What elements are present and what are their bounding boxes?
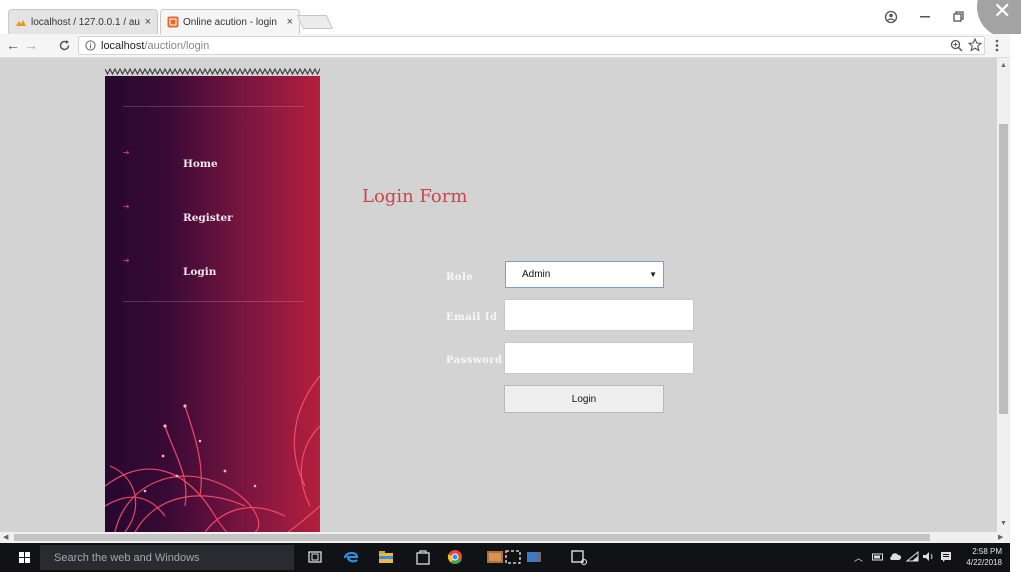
vertical-scroll-thumb[interactable] — [999, 124, 1008, 414]
wifi-icon[interactable] — [906, 551, 919, 562]
clock-time: 2:58 PM — [972, 547, 1002, 556]
profile-icon[interactable] — [884, 10, 898, 24]
battery-icon[interactable] — [872, 552, 884, 562]
url-path: /auction/login — [144, 39, 210, 52]
password-label: Password — [446, 355, 503, 366]
vertical-scrollbar[interactable]: ▲ ▼ — [997, 58, 1010, 532]
sidebar-divider — [123, 106, 303, 107]
role-label: Role — [446, 272, 474, 283]
screen-capture-icon[interactable] — [570, 549, 588, 565]
cloud-icon[interactable] — [889, 552, 901, 562]
tab-strip: localhost / 127.0.0.1 / au × Online acut… — [0, 0, 1021, 38]
forward-arrow-icon[interactable]: → — [24, 37, 38, 53]
browser-toolbar: ← → localhost/auction/login — [0, 34, 1021, 58]
password-field[interactable] — [504, 342, 694, 374]
email-label: Email Id — [446, 312, 498, 323]
page-viewport: ➔ Home ➔ Register ➔ Login Login Form Rol… — [0, 58, 997, 532]
sidebar-item-label[interactable]: Login — [183, 266, 216, 278]
bullet-arrow-icon: ➔ — [123, 202, 130, 211]
show-hidden-icons-chevron-icon[interactable]: ︿ — [854, 551, 863, 564]
store-icon[interactable] — [414, 549, 432, 565]
zoom-icon[interactable] — [950, 39, 963, 52]
bullet-arrow-icon: ➔ — [123, 256, 130, 265]
page-title: Login Form — [362, 186, 468, 207]
floral-swirl-decoration — [105, 375, 320, 532]
horizontal-scroll-thumb[interactable] — [14, 534, 930, 541]
notifications-icon[interactable] — [940, 551, 952, 563]
close-window-button[interactable]: ✕ — [977, 0, 1021, 38]
tab-phpmyadmin[interactable]: localhost / 127.0.0.1 / au × — [8, 9, 158, 34]
bookmark-star-icon[interactable] — [968, 38, 982, 52]
reload-icon[interactable] — [58, 39, 71, 52]
phpmyadmin-favicon-icon — [16, 20, 26, 26]
login-button[interactable]: Login — [504, 385, 664, 413]
sidebar-item-home[interactable]: ➔ Home — [105, 148, 320, 178]
scroll-right-arrow-icon[interactable]: ▶ — [998, 533, 1003, 541]
clock-date: 4/22/2018 — [966, 558, 1002, 567]
window-frame-edge — [1010, 34, 1021, 572]
site-favicon-icon — [167, 16, 179, 28]
info-icon[interactable] — [85, 40, 96, 51]
volume-icon[interactable] — [922, 551, 935, 562]
minimize-icon[interactable] — [920, 15, 930, 19]
address-bar[interactable]: localhost/auction/login — [78, 36, 985, 55]
scroll-down-arrow-icon[interactable]: ▼ — [1000, 520, 1007, 527]
task-view-icon[interactable] — [306, 549, 324, 565]
tab-close-icon[interactable]: × — [287, 16, 293, 28]
email-field[interactable] — [504, 299, 694, 331]
taskbar-search-box[interactable]: Search the web and Windows — [40, 545, 294, 570]
bullet-arrow-icon: ➔ — [123, 148, 130, 157]
windows-taskbar: Search the web and Windows ︿ 2:58 PM 4/2… — [0, 543, 1010, 572]
snipping-tool-icon[interactable] — [504, 549, 522, 565]
taskbar-clock[interactable]: 2:58 PM 4/22/2018 — [966, 546, 1002, 568]
restore-icon[interactable] — [953, 11, 964, 22]
edge-browser-icon[interactable] — [342, 549, 360, 565]
sidebar: ➔ Home ➔ Register ➔ Login — [105, 76, 320, 532]
sidebar-divider — [123, 301, 303, 302]
chrome-icon[interactable] — [446, 549, 464, 565]
sidebar-item-register[interactable]: ➔ Register — [105, 202, 320, 232]
role-select-value: Admin — [522, 269, 551, 280]
sidebar-item-label[interactable]: Register — [183, 212, 233, 224]
dropdown-caret-icon: ▼ — [649, 270, 657, 279]
app-icon[interactable] — [525, 549, 543, 565]
close-icon: ✕ — [993, 0, 1012, 23]
windows-start-icon[interactable] — [10, 549, 36, 567]
sidebar-item-login[interactable]: ➔ Login — [105, 256, 320, 286]
tab-close-icon[interactable]: × — [145, 16, 151, 28]
file-explorer-icon[interactable] — [377, 549, 395, 565]
horizontal-scrollbar[interactable]: ◀ ▶ — [0, 532, 1010, 543]
back-arrow-icon[interactable]: ← — [6, 37, 20, 53]
url-host: localhost — [101, 39, 145, 52]
tab-online-auction-login[interactable]: Online acution - login × — [160, 9, 300, 34]
role-select[interactable]: Admin ▼ — [505, 261, 664, 288]
scroll-up-arrow-icon[interactable]: ▲ — [1000, 62, 1007, 69]
image-viewer-icon[interactable] — [486, 549, 504, 565]
tab-title: Online acution - login — [183, 16, 277, 28]
sidebar-item-label[interactable]: Home — [183, 158, 218, 170]
menu-kebab-icon[interactable] — [995, 39, 999, 52]
scroll-left-arrow-icon[interactable]: ◀ — [3, 533, 8, 541]
tab-title: localhost / 127.0.0.1 / au — [31, 16, 140, 28]
new-tab-button[interactable] — [296, 15, 334, 29]
